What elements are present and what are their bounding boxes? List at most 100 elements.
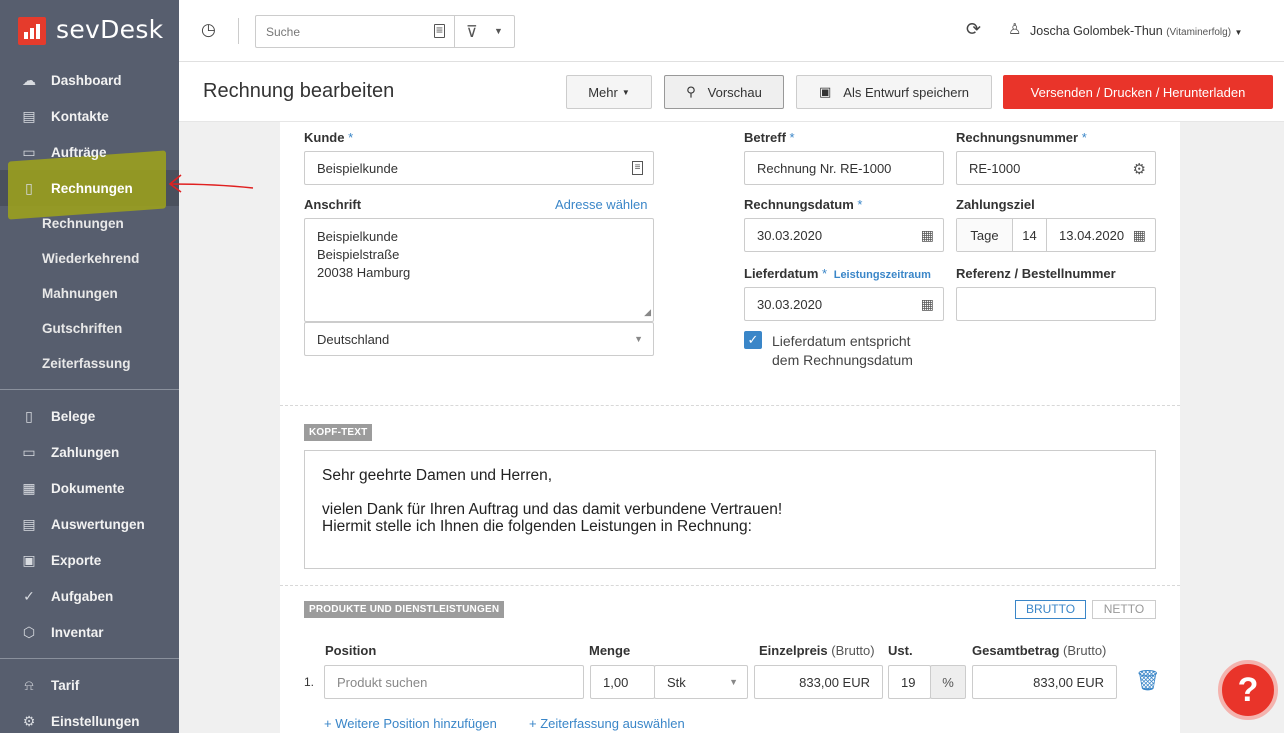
product-search-input[interactable]: Produkt suchen	[324, 665, 584, 699]
document-icon: ▯	[25, 179, 33, 196]
zahlungsziel-date-input[interactable]: 13.04.2020	[1047, 228, 1124, 243]
cloud-icon: ☁	[22, 71, 36, 88]
lieferdatum-input[interactable]: 30.03.2020 ▦	[744, 287, 944, 321]
sidebar-item-einstellungen[interactable]: ⚙ Einstellungen	[0, 703, 179, 733]
calendar-doc-icon: ▦	[22, 479, 36, 496]
history-clock-icon[interactable]: ◷	[201, 20, 216, 40]
col-einzelpreis: Einzelpreis (Brutto)	[759, 643, 875, 658]
referenz-label: Referenz / Bestellnummer	[956, 266, 1116, 281]
sidebar-item-belege[interactable]: ▯ Belege	[0, 398, 179, 434]
sidebar-item-tarif[interactable]: ⍾ Tarif	[0, 667, 179, 703]
brand-name: sevDesk	[56, 15, 164, 44]
referenz-input[interactable]	[956, 287, 1156, 321]
brutto-toggle[interactable]: BRUTTO	[1015, 600, 1086, 619]
chevron-down-icon: ▼	[621, 87, 630, 97]
col-gesamtbetrag: Gesamtbetrag (Brutto)	[972, 643, 1107, 658]
leistungszeitraum-link[interactable]: Leistungszeitraum	[834, 269, 931, 281]
sync-icon[interactable]: ⟳	[966, 19, 981, 40]
receipt-icon: ▯	[25, 407, 33, 424]
col-menge: Menge	[589, 643, 631, 658]
subnav-zeiterfassung[interactable]: Zeiterfassung	[42, 356, 131, 371]
preview-button[interactable]: ⚲ Vorschau	[664, 75, 784, 109]
sidebar-item-inventar[interactable]: ⬡ Inventar	[0, 614, 179, 650]
credit-card-icon: ▭	[22, 443, 36, 460]
subnav-mahnungen[interactable]: Mahnungen	[42, 286, 118, 301]
betreff-input[interactable]: Rechnung Nr. RE-1000	[744, 151, 944, 185]
sidebar-divider	[0, 389, 179, 390]
subnav-rechnungen[interactable]: Rechnungen	[42, 216, 124, 231]
rechnungsnummer-input[interactable]: RE-1000 ⚙	[956, 151, 1156, 185]
save-draft-button[interactable]: ▣ Als Entwurf speichern	[796, 75, 992, 109]
calendar-icon[interactable]: ▦	[921, 227, 934, 244]
rechnungsdatum-input[interactable]: 30.03.2020 ▦	[744, 218, 944, 252]
help-button[interactable]: ?	[1218, 660, 1278, 720]
betreff-label: Betreff *	[744, 130, 795, 145]
more-button[interactable]: Mehr ▼	[566, 75, 652, 109]
einzelpreis-input[interactable]: 833,00 EUR	[754, 665, 883, 699]
sidebar-divider	[0, 658, 179, 659]
zahlungsziel-days-input[interactable]: 14	[1013, 219, 1047, 251]
sidebar-item-dokumente[interactable]: ▦ Dokumente	[0, 470, 179, 506]
row-number: 1.	[304, 675, 315, 689]
ust-input[interactable]: 19	[888, 665, 931, 699]
country-select[interactable]: Deutschland ▼	[304, 322, 654, 356]
export-icon: ▣	[22, 551, 36, 568]
chevron-down-icon: ▼	[634, 334, 643, 344]
user-icon: ♙	[1008, 21, 1022, 38]
resize-handle-icon[interactable]: ◢	[644, 303, 651, 321]
netto-toggle[interactable]: NETTO	[1092, 600, 1156, 619]
scan-icon[interactable]: ≡	[434, 24, 445, 38]
add-position-link[interactable]: + Weitere Position hinzufügen	[324, 716, 497, 731]
anschrift-label: Anschrift	[304, 197, 362, 212]
sevdesk-logo-icon	[18, 17, 46, 45]
rechnungsnummer-label: Rechnungsnummer *	[956, 130, 1087, 145]
col-ust: Ust.	[888, 643, 913, 658]
search-input[interactable]: Suche ≡ ⊽ ▼	[255, 15, 515, 48]
sidebar-item-rechnungen[interactable]: ▯ Rechnungen	[0, 170, 179, 206]
filter-icon[interactable]: ⊽	[466, 22, 478, 42]
kunde-input[interactable]: Beispielkunde ≡	[304, 151, 654, 185]
calendar-icon[interactable]: ▦	[921, 296, 934, 313]
percent-addon: %	[930, 665, 966, 699]
trash-icon[interactable]: 🗑	[1135, 668, 1160, 693]
add-zeiterfassung-link[interactable]: + Zeiterfassung auswählen	[529, 716, 685, 731]
section-divider	[280, 585, 1180, 586]
kunde-label: Kunde *	[304, 130, 354, 145]
chart-icon: ▤	[22, 515, 36, 532]
tage-unit: Tage	[957, 219, 1013, 251]
kopf-text-editor[interactable]: Sehr geehrte Damen und Herren, vielen Da…	[304, 450, 1156, 569]
section-divider	[280, 405, 1180, 406]
lieferdatum-checkbox[interactable]: ✓	[744, 331, 762, 349]
subnav-wiederkehrend[interactable]: Wiederkehrend	[42, 251, 139, 266]
chevron-down-icon: ▼	[729, 677, 738, 687]
send-print-download-button[interactable]: Versenden / Drucken / Herunterladen	[1003, 75, 1273, 109]
annotation-arrow-icon	[168, 174, 254, 193]
sidebar-item-zahlungen[interactable]: ▭ Zahlungen	[0, 434, 179, 470]
anschrift-textarea[interactable]: Beispielkunde Beispielstraße 20038 Hambu…	[304, 218, 654, 322]
sidebar-item-auftraege[interactable]: ▭ Aufträge	[0, 134, 179, 170]
sidebar-item-auswertungen[interactable]: ▤ Auswertungen	[0, 506, 179, 542]
sidebar-item-dashboard[interactable]: ☁ Dashboard	[0, 62, 179, 98]
unit-select[interactable]: Stk ▼	[654, 665, 748, 699]
checkbox-label: Lieferdatum entspricht dem Rechnungsdatu…	[772, 333, 913, 368]
bell-icon: ⍾	[24, 676, 34, 693]
sidebar-item-aufgaben[interactable]: ✓ Aufgaben	[0, 578, 179, 614]
sidebar-item-kontakte[interactable]: ▤ Kontakte	[0, 98, 179, 134]
user-org: (Vitaminerfolg)	[1166, 27, 1232, 38]
user-menu[interactable]: Joscha Golombek-Thun (Vitaminerfolg) ▼	[1030, 24, 1242, 38]
page-title: Rechnung bearbeiten	[203, 80, 395, 102]
sidebar-item-exporte[interactable]: ▣ Exporte	[0, 542, 179, 578]
scan-icon[interactable]: ≡	[632, 161, 643, 175]
lieferdatum-label: Lieferdatum * Leistungszeitraum	[744, 266, 931, 281]
chevron-down-icon[interactable]: ▼	[494, 26, 503, 36]
gear-icon[interactable]: ⚙	[1133, 160, 1146, 178]
zahlungsziel-group: Tage 14 13.04.2020 ▦	[956, 218, 1156, 252]
subnav-gutschriften[interactable]: Gutschriften	[42, 321, 122, 336]
menge-input[interactable]: 1,00	[590, 665, 655, 699]
floppy-disk-icon: ▣	[818, 84, 832, 99]
gear-icon: ⚙	[22, 712, 36, 729]
col-position: Position	[325, 643, 377, 658]
gesamtbetrag-input[interactable]: 833,00 EUR	[972, 665, 1117, 699]
calendar-icon[interactable]: ▦	[1133, 227, 1146, 244]
adresse-waehlen-link[interactable]: Adresse wählen	[555, 197, 648, 212]
